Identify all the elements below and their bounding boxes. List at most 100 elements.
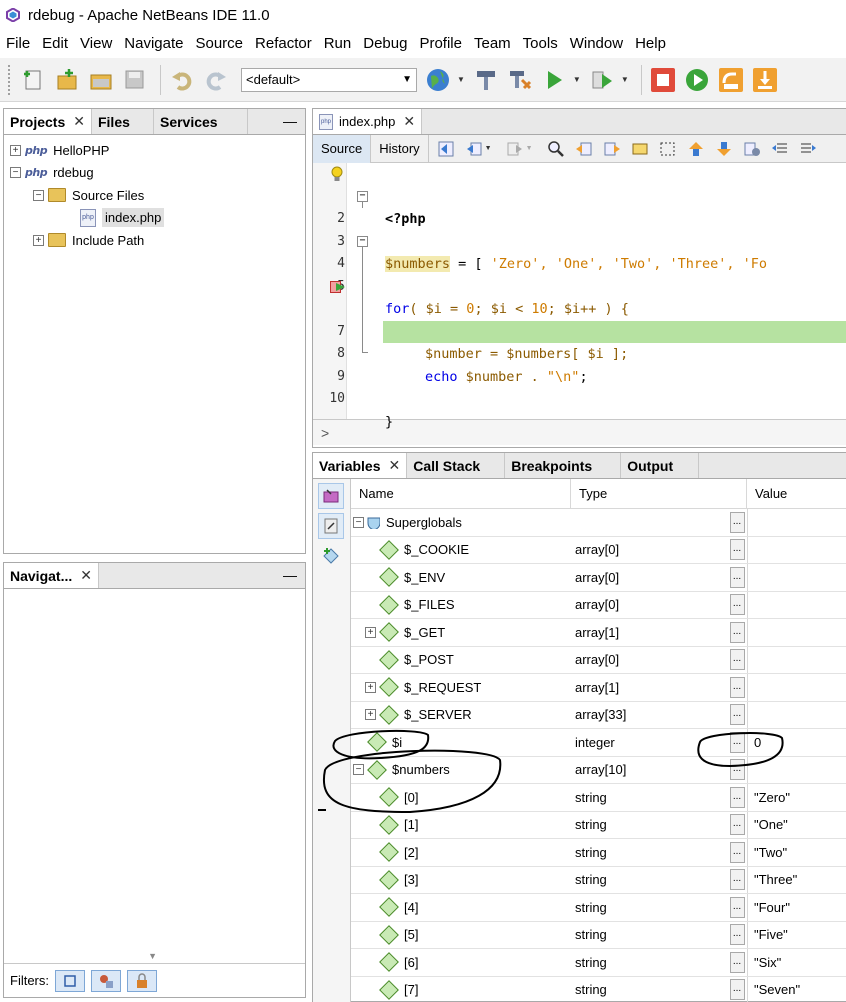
back-dropdown-icon[interactable]: ▼ xyxy=(485,145,492,152)
close-icon[interactable]: ✕ xyxy=(80,567,92,584)
cell-value[interactable] xyxy=(747,509,846,536)
customize-value-button[interactable]: ... xyxy=(729,841,745,863)
run-dropdown-icon[interactable]: ▼ xyxy=(573,75,581,84)
table-row[interactable]: + $_REQUEST array[1]... xyxy=(351,674,846,702)
evaluate-expression-button[interactable] xyxy=(318,483,344,509)
debug-dropdown-icon[interactable]: ▼ xyxy=(621,75,629,84)
debug-project-button[interactable] xyxy=(587,65,617,95)
tree-item-include-path[interactable]: + Include Path xyxy=(4,229,305,252)
customize-value-button[interactable]: ... xyxy=(729,594,745,616)
table-row[interactable]: [6] string... "Six" xyxy=(351,949,846,977)
cell-value[interactable]: "Six" xyxy=(747,949,846,976)
open-project-button[interactable] xyxy=(86,65,116,95)
tab-files[interactable]: Files xyxy=(92,109,154,134)
cell-value[interactable]: "Four" xyxy=(747,894,846,921)
cell-value[interactable]: "One" xyxy=(747,811,846,838)
column-header-value[interactable]: Value xyxy=(747,479,846,508)
table-row[interactable]: [1] string... "One" xyxy=(351,811,846,839)
new-watch-button[interactable] xyxy=(318,543,344,569)
filter-private-button[interactable] xyxy=(127,969,157,992)
cell-value[interactable] xyxy=(747,701,846,728)
previous-bookmark-button[interactable] xyxy=(685,138,707,160)
cell-value[interactable]: "Three" xyxy=(747,866,846,893)
close-icon[interactable]: ✕ xyxy=(73,113,85,130)
table-row[interactable]: + $_GET array[1]... xyxy=(351,619,846,647)
expand-icon[interactable]: + xyxy=(365,681,376,693)
shift-line-left-button[interactable] xyxy=(769,138,791,160)
tab-call-stack[interactable]: Call Stack xyxy=(407,453,506,478)
code-area[interactable]: <?php 2 − $numbers = [ 'Zero', 'One', 'T… xyxy=(313,163,846,430)
new-file-button[interactable] xyxy=(18,65,48,95)
menu-edit[interactable]: Edit xyxy=(36,30,74,58)
undo-button[interactable] xyxy=(167,65,197,95)
table-row[interactable]: $_FILES array[0]... xyxy=(351,591,846,619)
tab-output[interactable]: Output xyxy=(621,453,700,478)
close-icon[interactable]: ✕ xyxy=(403,113,415,130)
table-row[interactable]: − $numbers array[10]... xyxy=(351,756,846,784)
fold-icon[interactable]: − xyxy=(357,190,368,202)
customize-value-button[interactable]: ... xyxy=(729,759,745,781)
cell-value[interactable] xyxy=(747,756,846,783)
customize-value-button[interactable]: ... xyxy=(729,621,745,643)
toggle-bookmark-button[interactable] xyxy=(741,138,763,160)
menu-run[interactable]: Run xyxy=(318,30,358,58)
customize-value-button[interactable]: ... xyxy=(729,566,745,588)
menu-file[interactable]: File xyxy=(0,30,36,58)
fold-icon[interactable]: − xyxy=(357,235,368,247)
back-button[interactable] xyxy=(463,138,485,160)
cell-value[interactable]: 0 xyxy=(747,729,846,756)
minimize-icon[interactable]: — xyxy=(283,113,297,129)
menu-navigate[interactable]: Navigate xyxy=(118,30,189,58)
cell-value[interactable] xyxy=(747,619,846,646)
column-header-name[interactable]: Name xyxy=(351,479,571,508)
table-row[interactable]: $_POST array[0]... xyxy=(351,646,846,674)
new-project-button[interactable] xyxy=(52,65,82,95)
browser-dropdown-icon[interactable]: ▼ xyxy=(457,75,465,84)
tree-item-source-files[interactable]: − Source Files xyxy=(4,184,305,207)
table-row[interactable]: $_COOKIE array[0]... xyxy=(351,536,846,564)
menu-source[interactable]: Source xyxy=(189,30,249,58)
tab-navigator[interactable]: Navigat... ✕ xyxy=(4,563,99,588)
menu-refactor[interactable]: Refactor xyxy=(249,30,318,58)
finish-debugger-button[interactable] xyxy=(648,65,678,95)
find-button[interactable] xyxy=(545,138,567,160)
show-watches-button[interactable] xyxy=(318,513,344,539)
table-row[interactable]: [2] string... "Two" xyxy=(351,839,846,867)
chevron-down-icon[interactable]: ▼ xyxy=(148,951,157,961)
toolbar-grip[interactable] xyxy=(8,64,12,95)
expand-icon[interactable]: + xyxy=(33,234,44,246)
customize-value-button[interactable]: ... xyxy=(729,869,745,891)
tab-breakpoints[interactable]: Breakpoints xyxy=(505,453,622,478)
close-icon[interactable]: ✕ xyxy=(389,457,401,474)
collapse-icon[interactable]: − xyxy=(353,764,364,776)
next-bookmark-button[interactable] xyxy=(713,138,735,160)
expand-icon[interactable]: + xyxy=(365,709,376,721)
step-over-button[interactable] xyxy=(716,65,746,95)
customize-value-button[interactable]: ... xyxy=(729,539,745,561)
menu-view[interactable]: View xyxy=(74,30,118,58)
cell-value[interactable]: "Zero" xyxy=(747,784,846,811)
customize-value-button[interactable]: ... xyxy=(729,704,745,726)
build-button[interactable] xyxy=(471,65,501,95)
cell-value[interactable]: "Five" xyxy=(747,921,846,948)
customize-value-button[interactable]: ... xyxy=(729,814,745,836)
tab-variables[interactable]: Variables ✕ xyxy=(313,453,408,478)
find-next-button[interactable] xyxy=(601,138,623,160)
run-project-button[interactable] xyxy=(539,65,569,95)
tree-item-index-php[interactable]: php index.php xyxy=(4,207,305,230)
customize-value-button[interactable]: ... xyxy=(729,731,745,753)
table-row[interactable]: − Superglobals... xyxy=(351,509,846,537)
cell-value[interactable]: "Seven" xyxy=(747,976,846,1002)
cell-value[interactable] xyxy=(747,646,846,673)
table-row[interactable]: [3] string... "Three" xyxy=(351,866,846,894)
collapse-icon[interactable]: − xyxy=(33,189,44,201)
forward-button[interactable] xyxy=(504,138,526,160)
minimize-icon[interactable]: — xyxy=(283,567,297,583)
cell-value[interactable] xyxy=(747,674,846,701)
redo-button[interactable] xyxy=(201,65,231,95)
menu-debug[interactable]: Debug xyxy=(357,30,413,58)
customize-value-button[interactable]: ... xyxy=(729,649,745,671)
cell-value[interactable]: "Two" xyxy=(747,839,846,866)
forward-dropdown-icon[interactable]: ▼ xyxy=(526,145,533,152)
continue-button[interactable] xyxy=(682,65,712,95)
